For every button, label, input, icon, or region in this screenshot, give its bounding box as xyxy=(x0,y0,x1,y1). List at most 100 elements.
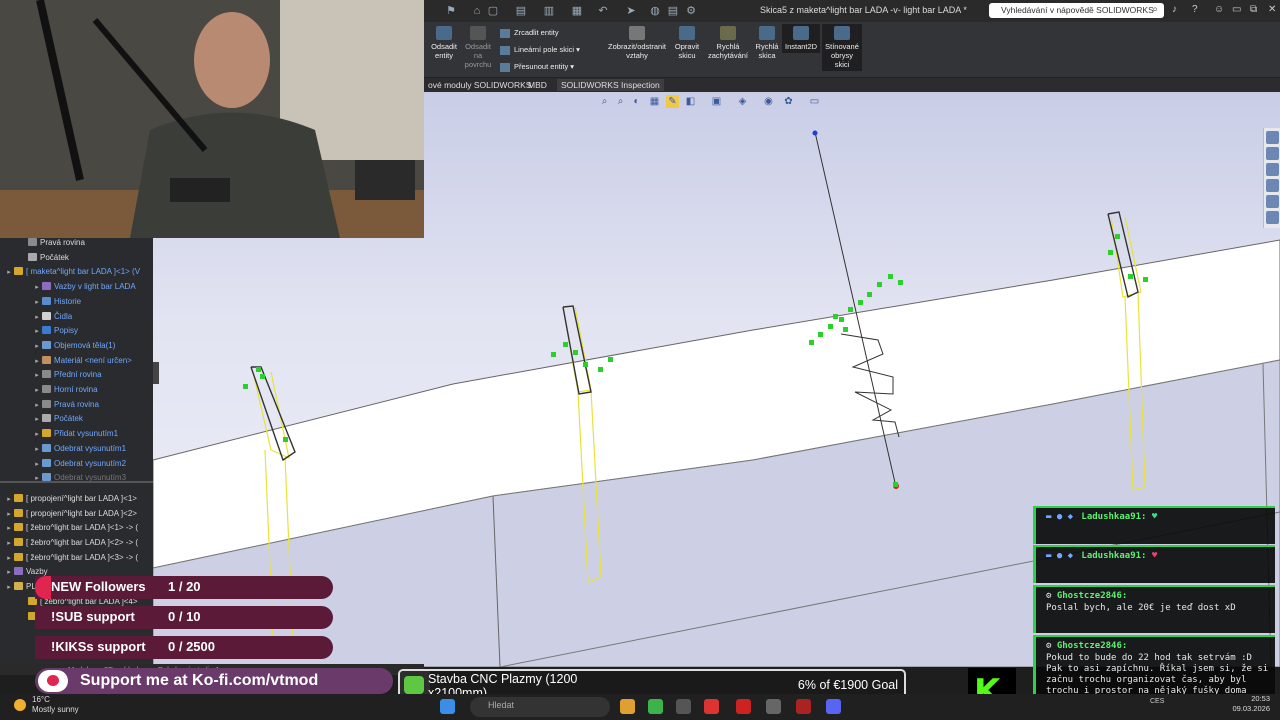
select-icon[interactable]: ➤ xyxy=(624,4,638,18)
display-style-icon[interactable]: ▣ xyxy=(710,95,723,108)
design-library-icon[interactable] xyxy=(1266,163,1279,176)
dynamic-annotation-icon[interactable]: ✎ xyxy=(666,95,679,108)
taskbar-search[interactable]: Hledat xyxy=(470,697,610,717)
expand-arrow-icon[interactable]: ▸ xyxy=(4,508,14,522)
expand-arrow-icon[interactable]: ▸ xyxy=(32,472,42,486)
mirror-entities-button[interactable]: Zrcadlit entity xyxy=(500,28,559,38)
tree-item[interactable]: Pravá rovina xyxy=(0,238,85,250)
tab-solidworks-inspection[interactable]: SOLIDWORKS Inspection xyxy=(557,79,664,91)
tree-item[interactable]: ▸ [ propojení^light bar LADA ]<1> xyxy=(0,492,137,506)
expand-arrow-icon[interactable]: ▸ xyxy=(32,458,42,472)
user-icon[interactable]: ☺ xyxy=(1214,4,1224,15)
expand-arrow-icon[interactable]: ▸ xyxy=(32,355,42,369)
rapid-sketch-button[interactable]: Rychlá skica xyxy=(754,26,780,60)
expand-arrow-icon[interactable]: ▸ xyxy=(32,296,42,310)
expand-arrow-icon[interactable]: ▸ xyxy=(32,325,42,339)
new-icon[interactable]: ▢ xyxy=(486,4,500,18)
hide-show-icon[interactable]: ◈ xyxy=(736,95,749,108)
tree-item[interactable]: ▸ [ žebro^light bar LADA ]<2> -> ( xyxy=(0,536,138,550)
tree-item[interactable]: ▸ Přidat vysunutím1 xyxy=(0,427,118,441)
repair-sketch-button[interactable]: Opravit skicu xyxy=(672,26,702,60)
expand-arrow-icon[interactable]: ▸ xyxy=(32,369,42,383)
obs-icon[interactable] xyxy=(766,699,781,714)
minimize-icon[interactable]: ▭ xyxy=(1232,4,1241,15)
move-entities-button[interactable]: Přesunout entity ▾ xyxy=(500,62,574,72)
search-icon[interactable]: ⌕ xyxy=(1152,4,1158,15)
file-properties-icon[interactable]: ▤ xyxy=(666,4,680,18)
tree-item[interactable]: ▸ Materiál <není určen> xyxy=(0,354,132,368)
section-view-icon[interactable]: ▦ xyxy=(648,95,661,108)
expand-arrow-icon[interactable]: ▸ xyxy=(32,311,42,325)
system-tray[interactable]: CES xyxy=(1150,698,1164,705)
apply-scene-icon[interactable]: ✿ xyxy=(782,95,795,108)
solidworks-icon[interactable] xyxy=(736,699,751,714)
expand-arrow-icon[interactable]: ▸ xyxy=(32,340,42,354)
linear-pattern-button[interactable]: Lineární pole skici ▾ xyxy=(500,45,580,55)
expand-arrow-icon[interactable]: ▸ xyxy=(32,443,42,457)
close-icon[interactable]: ✕ xyxy=(1268,4,1276,15)
panel-resize-handle[interactable] xyxy=(153,362,159,384)
undo-icon[interactable]: ↶ xyxy=(596,4,610,18)
expand-arrow-icon[interactable]: ▸ xyxy=(4,566,14,580)
discord-icon[interactable] xyxy=(826,699,841,714)
tree-item[interactable]: ▸ [ propojení^light bar LADA ]<2> xyxy=(0,507,137,521)
brave-icon[interactable] xyxy=(704,699,719,714)
tab-mbd[interactable]: MBD xyxy=(524,79,551,91)
rebuild-icon[interactable]: ◍ xyxy=(648,4,662,18)
tree-item[interactable]: ▸ Počátek xyxy=(0,412,83,426)
previous-view-icon[interactable]: ◐ xyxy=(630,95,643,108)
home-icon[interactable] xyxy=(1266,131,1279,144)
view-settings-icon[interactable]: ▭ xyxy=(808,95,821,108)
sw2026-icon[interactable] xyxy=(796,699,811,714)
view-orientation-icon[interactable]: ◧ xyxy=(684,95,697,108)
file-explorer-icon[interactable] xyxy=(620,699,635,714)
start-icon[interactable] xyxy=(440,699,455,714)
tree-item[interactable]: ▸ Přední rovina xyxy=(0,368,102,382)
offset-on-surface-button[interactable]: Odsadit na povrchu xyxy=(462,26,494,69)
expand-arrow-icon[interactable]: ▸ xyxy=(4,537,14,551)
options-icon[interactable]: ⚙ xyxy=(684,4,698,18)
tree-item[interactable]: ▸ Odebrat vysunutím2 xyxy=(0,457,126,471)
tree-item[interactable]: ▸ [ žebro^light bar LADA ]<1> -> ( xyxy=(0,521,138,535)
offset-entities-button[interactable]: Odsadit entity xyxy=(428,26,460,60)
help-search-input[interactable]: Vyhledávání v nápovědě SOLIDWORKS ⌕ xyxy=(989,3,1164,18)
language-indicator[interactable]: CES xyxy=(1150,698,1164,705)
custom-properties-icon[interactable] xyxy=(1266,211,1279,224)
help-icon[interactable]: ? xyxy=(1192,4,1198,15)
instant2d-button[interactable]: Instant2D xyxy=(782,24,820,53)
appearances-icon[interactable] xyxy=(1266,195,1279,208)
tree-item[interactable]: ▸ Popisy xyxy=(0,324,78,338)
tree-item[interactable]: Počátek xyxy=(0,251,69,265)
tree-item[interactable]: ▸ Odebrat vysunutím3 xyxy=(0,471,126,485)
tree-item[interactable]: ▸ [ maketa^light bar LADA ]<1> (V xyxy=(0,265,140,279)
expand-arrow-icon[interactable]: ▸ xyxy=(32,413,42,427)
shaded-sketch-contours-button[interactable]: Stínované obrysy skici xyxy=(822,24,862,71)
home-icon[interactable]: ⌂ xyxy=(470,4,484,18)
expand-arrow-icon[interactable]: ▸ xyxy=(32,428,42,442)
tree-item[interactable]: ▸ Vazby v light bar LADA xyxy=(0,280,136,294)
zoom-to-fit-icon[interactable]: ⌕ xyxy=(598,95,611,108)
expand-arrow-icon[interactable]: ▸ xyxy=(32,384,42,398)
display-delete-relations-button[interactable]: Zobrazit/odstranit vztahy xyxy=(604,26,670,60)
pin-icon[interactable]: ⚑ xyxy=(444,4,458,18)
expand-arrow-icon[interactable]: ▸ xyxy=(4,266,14,280)
tree-item[interactable]: ▸ Horní rovina xyxy=(0,383,98,397)
print-icon[interactable]: ▦ xyxy=(570,4,584,18)
tree-item[interactable]: ▸ [ žebro^light bar LADA ]<3> -> ( xyxy=(0,551,138,565)
app-icon[interactable] xyxy=(676,699,691,714)
expand-arrow-icon[interactable]: ▸ xyxy=(4,552,14,566)
resources-icon[interactable] xyxy=(1266,147,1279,160)
zoom-area-icon[interactable]: ⌕ xyxy=(614,95,627,108)
restore-icon[interactable]: ⧉ xyxy=(1250,4,1257,15)
open-icon[interactable]: ▤ xyxy=(514,4,528,18)
quick-snaps-button[interactable]: Rychlá zachytávání xyxy=(706,26,750,60)
expand-arrow-icon[interactable]: ▸ xyxy=(32,399,42,413)
expand-arrow-icon[interactable]: ▸ xyxy=(4,581,14,595)
bell-icon[interactable]: ♪ xyxy=(1172,4,1177,15)
tree-item[interactable]: ▸ Pravá rovina xyxy=(0,398,99,412)
tree-item[interactable]: ▸ Čidla xyxy=(0,310,72,324)
save-icon[interactable]: ▥ xyxy=(542,4,556,18)
tree-item[interactable]: ▸ Odebrat vysunutím1 xyxy=(0,442,126,456)
expand-arrow-icon[interactable]: ▸ xyxy=(4,493,14,507)
expand-arrow-icon[interactable]: ▸ xyxy=(32,281,42,295)
